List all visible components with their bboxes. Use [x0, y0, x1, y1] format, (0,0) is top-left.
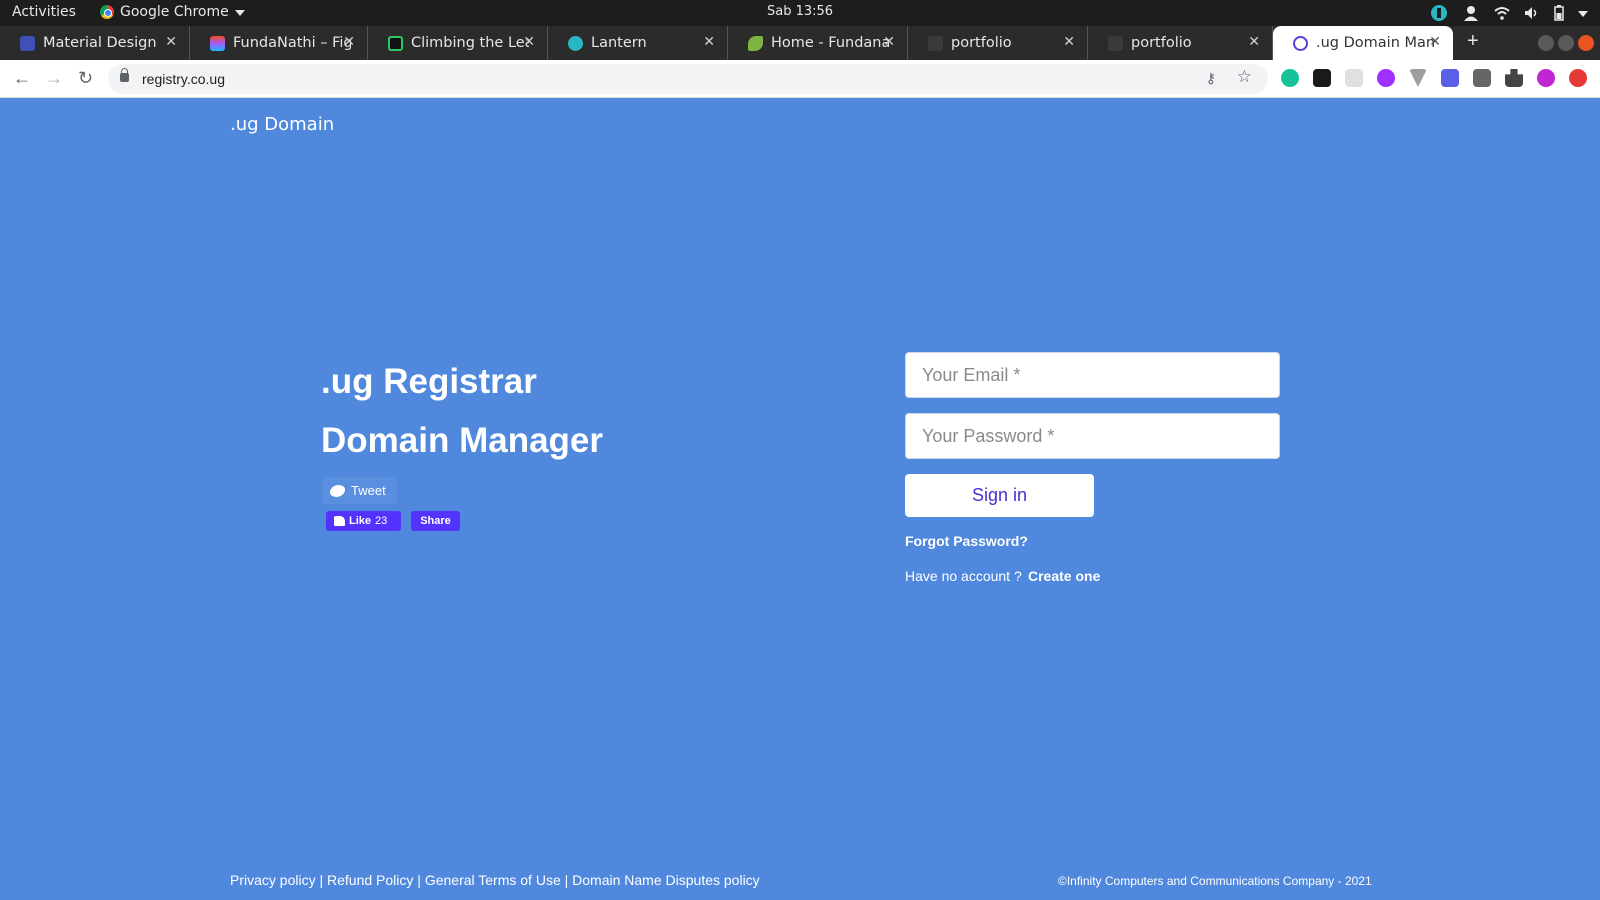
system-top-bar: Activities Google Chrome Sab 13:56: [0, 0, 1600, 26]
hackerrank-favicon-icon: [388, 35, 403, 51]
like-count: 23: [375, 515, 388, 527]
app-menu-label: Google Chrome: [120, 4, 229, 20]
chevron-down-icon[interactable]: [1578, 11, 1588, 17]
leaf-favicon-icon: [748, 35, 763, 51]
browser-tab[interactable]: portfolio ✕: [908, 26, 1088, 60]
forward-arrow-icon[interactable]: →: [45, 68, 63, 89]
battery-icon[interactable]: [1554, 5, 1564, 21]
profile-avatar-icon[interactable]: [1537, 69, 1555, 87]
privacy-policy-link[interactable]: Privacy policy: [230, 872, 316, 888]
email-field[interactable]: [905, 352, 1280, 398]
minimize-icon[interactable]: [1538, 35, 1554, 51]
tab-strip: Material Design I ✕ FundaNathi – Fig ✕ C…: [0, 26, 1600, 60]
tab-title: Lantern: [591, 35, 647, 51]
footer-separator: |: [560, 872, 573, 888]
close-icon[interactable]: ✕: [523, 34, 535, 50]
facebook-like-button[interactable]: Like 23: [326, 511, 401, 531]
copyright-text: ©Infinity Computers and Communications C…: [1058, 874, 1372, 888]
new-tab-plus-icon[interactable]: +: [1467, 30, 1479, 53]
sign-in-button[interactable]: Sign in: [905, 474, 1094, 517]
system-tray[interactable]: [1430, 0, 1588, 26]
grammarly-extension-icon[interactable]: [1281, 69, 1299, 87]
tab-title: Climbing the Lea: [411, 35, 529, 51]
activities-button[interactable]: Activities: [12, 4, 76, 20]
page-subtitle: Domain Manager: [321, 421, 603, 460]
facebook-share-button[interactable]: Share: [411, 511, 460, 531]
video-extension-icon[interactable]: [1441, 69, 1459, 87]
close-icon[interactable]: ✕: [1063, 34, 1075, 50]
twitter-bird-icon: [330, 484, 345, 497]
close-icon[interactable]: ✕: [1429, 34, 1441, 50]
reload-icon[interactable]: ↻: [78, 68, 93, 89]
github-favicon-icon: [1108, 35, 1123, 51]
bug-extension-icon[interactable]: [1313, 69, 1331, 87]
terms-of-use-link[interactable]: General Terms of Use: [425, 872, 561, 888]
url-text[interactable]: registry.co.ug: [142, 71, 225, 87]
tab-title: portfolio: [1131, 35, 1192, 51]
figma-favicon-icon: [210, 35, 225, 51]
close-icon[interactable]: ✕: [1248, 34, 1260, 50]
volume-icon[interactable]: [1524, 6, 1540, 20]
close-icon[interactable]: ✕: [343, 34, 355, 50]
address-bar[interactable]: registry.co.ug ⚷ ☆: [108, 64, 1268, 94]
material-design-favicon-icon: [20, 35, 35, 51]
github-favicon-icon: [928, 35, 943, 51]
app-menu[interactable]: Google Chrome: [100, 4, 245, 20]
browser-tab[interactable]: portfolio ✕: [1088, 26, 1273, 60]
forgot-password-link[interactable]: Forgot Password?: [905, 533, 1028, 549]
browser-tab[interactable]: Lantern ✕: [548, 26, 728, 60]
close-icon[interactable]: ✕: [165, 34, 177, 50]
maximize-icon[interactable]: [1558, 35, 1574, 51]
lantern-tray-icon[interactable]: [1430, 4, 1448, 22]
key-icon[interactable]: ⚷: [1206, 70, 1216, 87]
lantern-favicon-icon: [568, 35, 583, 51]
password-field[interactable]: [905, 413, 1280, 459]
browser-tab[interactable]: Home - Fundanat ✕: [728, 26, 908, 60]
sparkle-extension-icon[interactable]: [1377, 69, 1395, 87]
dj-extension-icon[interactable]: [1473, 69, 1491, 87]
browser-tab[interactable]: FundaNathi – Fig ✕: [190, 26, 368, 60]
page-title: .ug Registrar: [321, 362, 537, 401]
chevron-down-icon: [234, 10, 245, 16]
tab-title: Home - Fundanat: [771, 35, 889, 51]
user-switch-icon[interactable]: [1462, 4, 1480, 22]
tab-title: .ug Domain Man: [1316, 35, 1434, 51]
tab-title: Material Design I: [43, 35, 161, 51]
footer-separator: |: [413, 872, 425, 888]
browser-tab[interactable]: Climbing the Lea ✕: [368, 26, 548, 60]
browser-tab[interactable]: Material Design I ✕: [0, 26, 190, 60]
update-alert-icon[interactable]: [1569, 69, 1587, 87]
thumbs-up-icon: [334, 516, 345, 526]
create-account-link[interactable]: Create one: [1028, 568, 1100, 584]
bookmark-star-icon[interactable]: ☆: [1237, 67, 1252, 87]
lock-icon[interactable]: [120, 68, 129, 82]
brand-link[interactable]: .ug Domain: [230, 114, 334, 135]
back-arrow-icon[interactable]: ←: [13, 68, 31, 89]
tweet-button[interactable]: Tweet: [322, 477, 397, 504]
grid-extension-icon[interactable]: [1345, 69, 1363, 87]
like-label: Like: [349, 515, 372, 527]
close-window-icon[interactable]: [1578, 35, 1594, 51]
domain-favicon-icon: [1293, 35, 1308, 51]
no-account-text: Have no account ?: [905, 568, 1022, 584]
close-icon[interactable]: ✕: [703, 34, 715, 50]
disputes-policy-link[interactable]: Domain Name Disputes policy: [572, 872, 760, 888]
footer-links: Privacy policy | Refund Policy | General…: [230, 872, 760, 888]
tab-title: portfolio: [951, 35, 1012, 51]
close-icon[interactable]: ✕: [883, 34, 895, 50]
refund-policy-link[interactable]: Refund Policy: [327, 872, 413, 888]
wifi-icon[interactable]: [1494, 6, 1510, 20]
footer-separator: |: [315, 872, 328, 888]
system-clock[interactable]: Sab 13:56: [767, 4, 833, 19]
chrome-icon: [100, 5, 114, 19]
browser-tab-active[interactable]: .ug Domain Man ✕: [1273, 26, 1453, 60]
tab-title: FundaNathi – Fig: [233, 35, 351, 51]
tweet-label: Tweet: [351, 483, 386, 498]
